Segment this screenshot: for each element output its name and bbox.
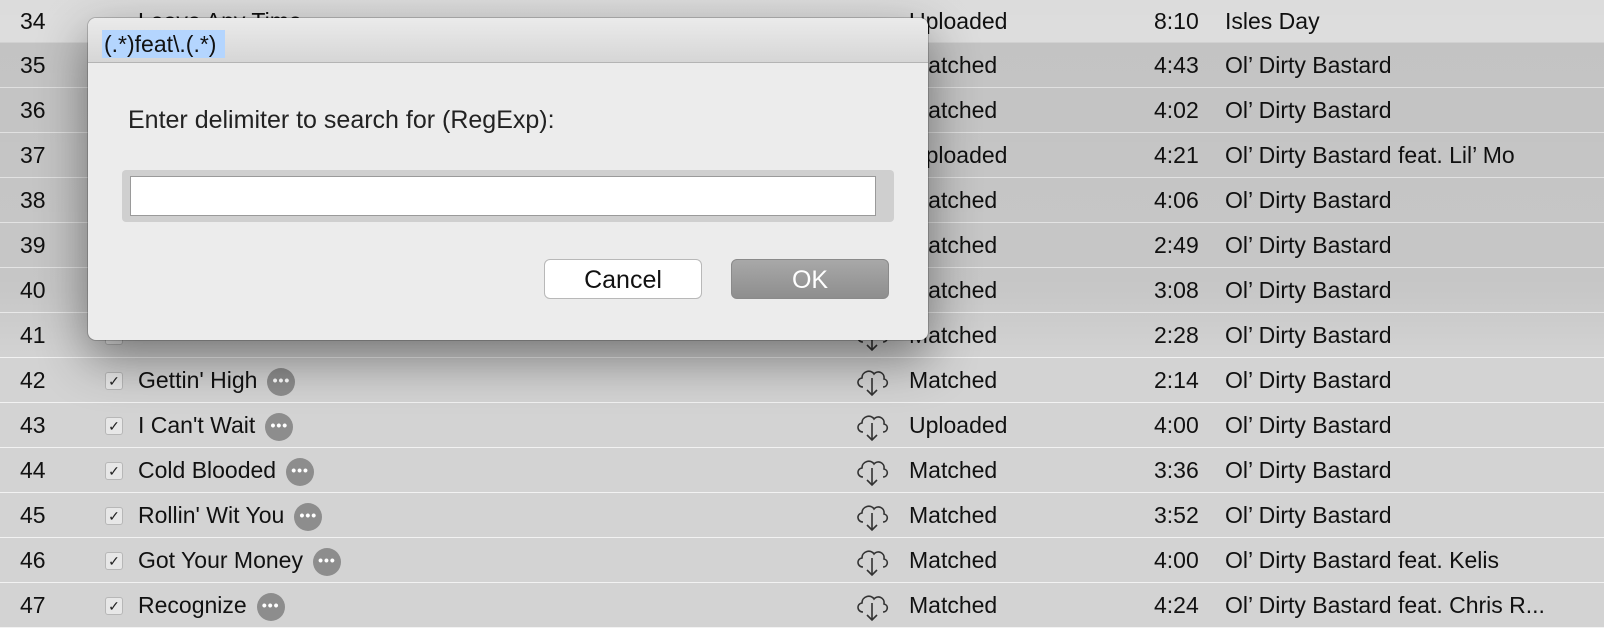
track-row[interactable]: 46 ✓ Got Your Money ••• Matched 4:00 Ol’ Dirty… [0,538,1604,583]
track-number: 46 [20,547,46,573]
track-number: 38 [20,187,46,213]
track-artist: Isles Day [1225,8,1320,34]
track-name-label: Got Your Money [138,547,303,573]
ellipsis-icon[interactable]: ••• [294,502,323,531]
track-number: 45 [20,502,46,528]
track-artist: Ol’ Dirty Bastard feat. Lil’ Mo [1225,142,1515,168]
ellipsis-icon[interactable]: ••• [265,412,294,441]
track-number: 41 [20,322,46,348]
checkmark-icon[interactable]: ✓ [105,417,123,435]
track-artist: Ol’ Dirty Bastard [1225,187,1392,213]
track-time: 2:14 [1154,367,1199,393]
ellipsis-icon[interactable]: ••• [312,547,341,576]
checkmark-icon[interactable]: ✓ [105,597,123,615]
track-number: 35 [20,52,46,78]
track-name-label: Cold Blooded [138,457,277,483]
track-name: I Can't Wait ••• [138,403,294,447]
track-number: 40 [20,277,46,303]
track-artist: Ol’ Dirty Bastard [1225,457,1392,483]
track-time: 8:10 [1154,8,1199,34]
cloud-download-icon[interactable] [854,588,890,622]
track-number: 36 [20,97,46,123]
track-time: 3:52 [1154,502,1199,528]
delimiter-field-wrapper [122,170,894,222]
cancel-button[interactable]: Cancel [544,259,702,299]
track-number: 39 [20,232,46,258]
track-artist: Ol’ Dirty Bastard [1225,232,1392,258]
track-time: 2:28 [1154,322,1199,348]
ellipsis-icon[interactable]: ••• [286,457,315,486]
cloud-download-icon[interactable] [854,408,890,442]
dialog-titlebar[interactable] [88,18,928,63]
track-time: 2:49 [1154,232,1199,258]
track-time: 4:06 [1154,187,1199,213]
cloud-download-icon[interactable] [854,453,890,487]
checkmark-icon[interactable]: ✓ [105,507,123,525]
track-row[interactable]: 42 ✓ Gettin' High ••• Matched 2:14 Ol’ Dirty B… [0,358,1604,403]
ellipsis-icon[interactable]: ••• [256,592,285,621]
track-time: 3:36 [1154,457,1199,483]
track-number: 43 [20,412,46,438]
icloud-status: Matched [909,547,998,573]
regexp-dialog: Enter delimiter to search for (RegExp): … [88,18,928,340]
track-name: Recognize ••• [138,583,285,627]
track-name-label: Recognize [138,592,247,618]
track-artist: Ol’ Dirty Bastard feat. Kelis [1225,547,1499,573]
icloud-status: Matched [909,457,998,483]
dialog-prompt: Enter delimiter to search for (RegExp): [128,106,555,134]
track-number: 34 [20,8,46,34]
track-time: 4:24 [1154,592,1199,618]
track-artist: Ol’ Dirty Bastard [1225,52,1392,78]
checkmark-icon[interactable]: ✓ [105,372,123,390]
track-time: 4:43 [1154,52,1199,78]
ellipsis-icon[interactable]: ••• [267,367,296,396]
track-number: 42 [20,367,46,393]
track-time: 4:00 [1154,412,1199,438]
track-name: Gettin' High ••• [138,358,296,402]
track-name-label: Gettin' High [138,367,258,393]
track-name: Cold Blooded ••• [138,448,315,492]
track-artist: Ol’ Dirty Bastard [1225,97,1392,123]
delimiter-input[interactable] [130,176,876,216]
track-artist: Ol’ Dirty Bastard feat. Chris R... [1225,592,1545,618]
checkmark-icon[interactable]: ✓ [105,462,123,480]
cloud-download-icon[interactable] [854,543,890,577]
track-artist: Ol’ Dirty Bastard [1225,277,1392,303]
track-time: 3:08 [1154,277,1199,303]
track-time: 4:00 [1154,547,1199,573]
track-time: 4:21 [1154,142,1199,168]
track-row[interactable]: 45 ✓ Rollin' Wit You ••• Matched 3:52 Ol’ Dirt… [0,493,1604,538]
track-number: 37 [20,142,46,168]
icloud-status: Uploaded [909,412,1008,438]
icloud-status: Matched [909,367,998,393]
icloud-status: Matched [909,502,998,528]
track-row[interactable]: 43 ✓ I Can't Wait ••• Uploaded 4:00 Ol’ Dirty … [0,403,1604,448]
track-name: Got Your Money ••• [138,538,341,582]
track-row[interactable]: 44 ✓ Cold Blooded ••• Matched 3:36 Ol’ Dirty B… [0,448,1604,493]
checkmark-icon[interactable]: ✓ [105,552,123,570]
track-row[interactable]: 47 ✓ Recognize ••• Matched 4:24 Ol’ Dirty Bast… [0,583,1604,628]
track-time: 4:02 [1154,97,1199,123]
icloud-status: Matched [909,592,998,618]
track-artist: Ol’ Dirty Bastard [1225,367,1392,393]
track-artist: Ol’ Dirty Bastard [1225,502,1392,528]
track-number: 44 [20,457,46,483]
track-number: 47 [20,592,46,618]
track-artist: Ol’ Dirty Bastard [1225,412,1392,438]
track-name-label: I Can't Wait [138,412,256,438]
cloud-download-icon[interactable] [854,363,890,397]
track-artist: Ol’ Dirty Bastard [1225,322,1392,348]
cloud-download-icon[interactable] [854,498,890,532]
track-name-label: Rollin' Wit You [138,502,285,528]
track-name: Rollin' Wit You ••• [138,493,323,537]
ok-button[interactable]: OK [731,259,889,299]
